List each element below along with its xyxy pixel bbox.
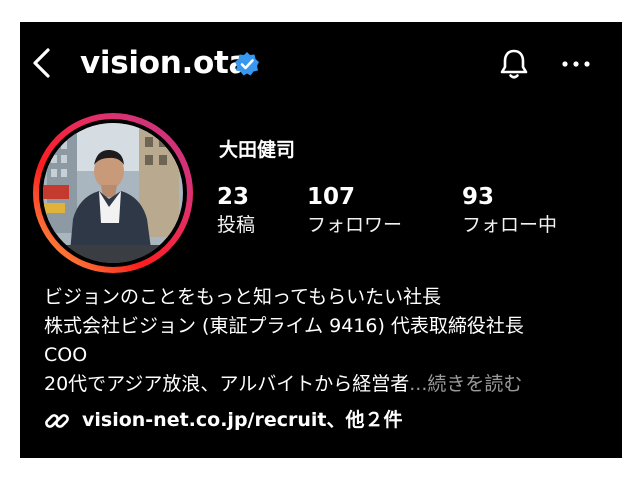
profile-display-name: 大田健司 bbox=[219, 139, 296, 161]
more-options-icon[interactable] bbox=[560, 52, 592, 76]
following-count: 93 bbox=[462, 184, 495, 210]
verified-badge-icon bbox=[235, 52, 259, 76]
posts-label: 投稿 bbox=[217, 214, 256, 236]
posts-count: 23 bbox=[217, 184, 250, 210]
bio-line-4: 20代でアジア放浪、アルバイトから経営者...続きを読む bbox=[44, 370, 522, 398]
read-more-link[interactable]: 続きを読む bbox=[427, 373, 522, 395]
back-chevron-icon[interactable] bbox=[30, 46, 54, 80]
following-stat[interactable]: 93 フォロー中 bbox=[462, 182, 557, 238]
followers-stat[interactable]: 107 フォロワー bbox=[307, 182, 402, 238]
link-icon bbox=[45, 414, 69, 428]
avatar-photo-image bbox=[43, 123, 183, 263]
bio-line-2: 株式会社ビジョン (東証プライム 9416) 代表取締役社長 bbox=[44, 315, 524, 337]
profile-avatar[interactable] bbox=[43, 123, 183, 263]
bio-ellipsis: ... bbox=[409, 373, 428, 395]
notification-bell-icon[interactable] bbox=[498, 47, 530, 81]
followers-label: フォロワー bbox=[307, 214, 403, 236]
followers-count: 107 bbox=[307, 184, 356, 210]
bio-line-1: ビジョンのことをもっと知ってもらいたい社長 bbox=[44, 286, 442, 308]
bio-line-4-text: 20代でアジア放浪、アルバイトから経営者 bbox=[44, 373, 410, 395]
profile-link-text[interactable]: vision-net.co.jp/recruit、他２件 bbox=[82, 406, 403, 434]
profile-username: vision.ota bbox=[80, 45, 250, 81]
bio-line-3: COO bbox=[44, 344, 88, 366]
profile-panel: vision.ota 大田健司 23 投稿 107 フォロワー 93 フォロー中… bbox=[20, 22, 622, 458]
following-label: フォロー中 bbox=[462, 214, 558, 236]
posts-stat[interactable]: 23 投稿 bbox=[217, 182, 255, 238]
